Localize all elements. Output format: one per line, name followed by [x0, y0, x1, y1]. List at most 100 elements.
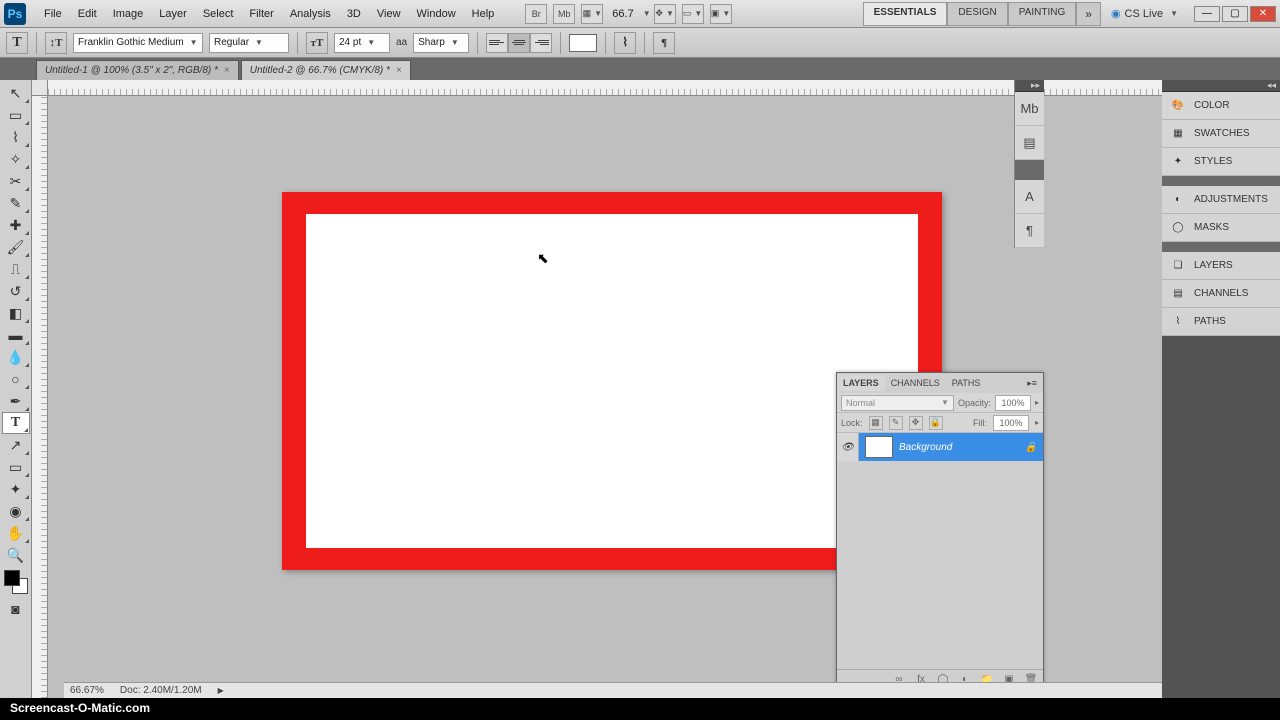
minibridge-icon[interactable]: Mb — [553, 4, 575, 24]
masks-panel-button[interactable]: ◯MASKS — [1162, 214, 1280, 242]
wand-tool[interactable]: ✧ — [2, 148, 30, 170]
channels-tab[interactable]: CHANNELS — [885, 375, 946, 391]
text-tool-icon[interactable]: T — [6, 32, 28, 54]
lock-position-icon[interactable]: ✥ — [909, 416, 923, 430]
layer-row-background[interactable]: 👁 Background 🔒 — [837, 433, 1043, 461]
ruler-horizontal[interactable] — [48, 80, 1162, 96]
maximize-button[interactable]: ▢ — [1222, 6, 1248, 22]
menu-select[interactable]: Select — [195, 4, 242, 24]
align-left-button[interactable] — [486, 33, 508, 53]
fill-field[interactable]: 100% — [993, 415, 1029, 431]
arrange-icon[interactable]: ▭▼ — [682, 4, 704, 24]
lock-all-icon[interactable]: 🔒 — [929, 416, 943, 430]
ruler-origin[interactable] — [32, 80, 48, 96]
layers-panel-button[interactable]: ❏LAYERS — [1162, 252, 1280, 280]
menu-view[interactable]: View — [369, 4, 409, 24]
3d-tool[interactable]: ✦ — [2, 478, 30, 500]
visibility-icon[interactable]: 👁 — [837, 433, 859, 461]
minimize-button[interactable]: — — [1194, 6, 1220, 22]
workspace-design[interactable]: DESIGN — [947, 2, 1007, 26]
paragraph-icon[interactable]: ¶ — [1015, 214, 1044, 248]
document-tab-1[interactable]: Untitled-1 @ 100% (3.5" x 2", RGB/8) * × — [36, 60, 239, 80]
close-icon[interactable]: × — [396, 65, 402, 76]
move-tool[interactable]: ↖ — [2, 82, 30, 104]
swatches-panel-button[interactable]: ▦SWATCHES — [1162, 120, 1280, 148]
channels-panel-button[interactable]: ▤CHANNELS — [1162, 280, 1280, 308]
antialias-dropdown[interactable]: Sharp▼ — [413, 33, 469, 53]
menu-3d[interactable]: 3D — [339, 4, 369, 24]
zoom-tool[interactable]: 🔍 — [2, 544, 30, 566]
paths-tab[interactable]: PATHS — [946, 375, 987, 391]
layer-thumbnail[interactable] — [865, 436, 893, 458]
shape-tool[interactable]: ▭ — [2, 456, 30, 478]
document-tab-2[interactable]: Untitled-2 @ 66.7% (CMYK/8) * × — [241, 60, 411, 80]
opacity-field[interactable]: 100% — [995, 395, 1031, 411]
type-tool[interactable]: T — [2, 412, 30, 434]
adjustments-panel-button[interactable]: ◐ADJUSTMENTS — [1162, 186, 1280, 214]
styles-panel-button[interactable]: ✦STYLES — [1162, 148, 1280, 176]
status-zoom[interactable]: 66.67% — [70, 685, 104, 696]
path-tool[interactable]: ↗ — [2, 434, 30, 456]
history-panel-icon[interactable]: ▤ — [1015, 126, 1044, 160]
menu-edit[interactable]: Edit — [70, 4, 105, 24]
screen-mode-icon[interactable]: ▣▼ — [710, 4, 732, 24]
marquee-tool[interactable]: ▭ — [2, 104, 30, 126]
close-icon[interactable]: × — [224, 65, 230, 76]
3d-camera-tool[interactable]: ◉ — [2, 500, 30, 522]
workspace-painting[interactable]: PAINTING — [1008, 2, 1076, 26]
character-icon[interactable]: A — [1015, 180, 1044, 214]
canvas-content[interactable] — [306, 214, 918, 548]
cs-live[interactable]: ◉ CS Live ▼ — [1101, 7, 1188, 20]
menu-window[interactable]: Window — [409, 4, 464, 24]
canvas-area[interactable]: ⬉ ▸▸ Mb ▤ A ¶ LAYERS CHANNELS PATHS ▸≡ — [32, 80, 1162, 698]
layers-tab[interactable]: LAYERS — [837, 375, 885, 391]
workspace-essentials[interactable]: ESSENTIALS — [863, 2, 948, 26]
blur-tool[interactable]: 💧 — [2, 346, 30, 368]
font-size-dropdown[interactable]: 24 pt▼ — [334, 33, 390, 53]
healing-tool[interactable]: ✚ — [2, 214, 30, 236]
workspace-more[interactable]: » — [1076, 2, 1101, 26]
align-center-button[interactable] — [508, 33, 530, 53]
eyedropper-tool[interactable]: ✎ — [2, 192, 30, 214]
lasso-tool[interactable]: ⌇ — [2, 126, 30, 148]
panel-menu-icon[interactable]: ▸≡ — [1021, 375, 1043, 392]
hand-tool-icon[interactable]: ✥▼ — [654, 4, 676, 24]
hand-tool[interactable]: ✋ — [2, 522, 30, 544]
minibridge-panel-icon[interactable]: Mb — [1015, 92, 1044, 126]
menu-layer[interactable]: Layer — [151, 4, 195, 24]
zoom-level[interactable]: 66.7 — [606, 8, 639, 20]
menu-analysis[interactable]: Analysis — [282, 4, 339, 24]
menu-help[interactable]: Help — [464, 4, 503, 24]
dodge-tool[interactable]: ○ — [2, 368, 30, 390]
blend-mode-dropdown[interactable]: Normal▼ — [841, 395, 954, 411]
ruler-vertical[interactable] — [32, 96, 48, 698]
lock-pixels-icon[interactable]: ✎ — [889, 416, 903, 430]
paths-panel-button[interactable]: ⌇PATHS — [1162, 308, 1280, 336]
history-brush-tool[interactable]: ↺ — [2, 280, 30, 302]
eraser-tool[interactable]: ◧ — [2, 302, 30, 324]
text-orientation-icon[interactable]: ↕T — [45, 32, 67, 54]
menu-filter[interactable]: Filter — [241, 4, 281, 24]
pen-tool[interactable]: ✒ — [2, 390, 30, 412]
quickmask-tool[interactable]: ◙ — [2, 598, 30, 620]
dock-collapse-icon[interactable]: ◂◂ — [1162, 80, 1280, 92]
crop-tool[interactable]: ✂ — [2, 170, 30, 192]
lock-transparency-icon[interactable]: ▦ — [869, 416, 883, 430]
stamp-tool[interactable]: ⎍ — [2, 258, 30, 280]
color-panel-button[interactable]: 🎨COLOR — [1162, 92, 1280, 120]
close-button[interactable]: ✕ — [1250, 6, 1276, 22]
color-picker[interactable] — [4, 570, 28, 594]
warp-text-icon[interactable]: ⌇ — [614, 32, 636, 54]
align-right-button[interactable] — [530, 33, 552, 53]
gradient-tool[interactable]: ▬ — [2, 324, 30, 346]
menu-image[interactable]: Image — [105, 4, 152, 24]
menu-file[interactable]: File — [36, 4, 70, 24]
text-color-swatch[interactable] — [569, 34, 597, 52]
character-panel-icon[interactable]: ¶ — [653, 32, 675, 54]
status-doc[interactable]: Doc: 2.40M/1.20M — [120, 685, 202, 696]
brush-tool[interactable]: 🖌 — [2, 236, 30, 258]
font-family-dropdown[interactable]: Franklin Gothic Medium▼ — [73, 33, 203, 53]
bridge-icon[interactable]: Br — [525, 4, 547, 24]
font-weight-dropdown[interactable]: Regular▼ — [209, 33, 289, 53]
view-extras-icon[interactable]: ▦▼ — [581, 4, 603, 24]
